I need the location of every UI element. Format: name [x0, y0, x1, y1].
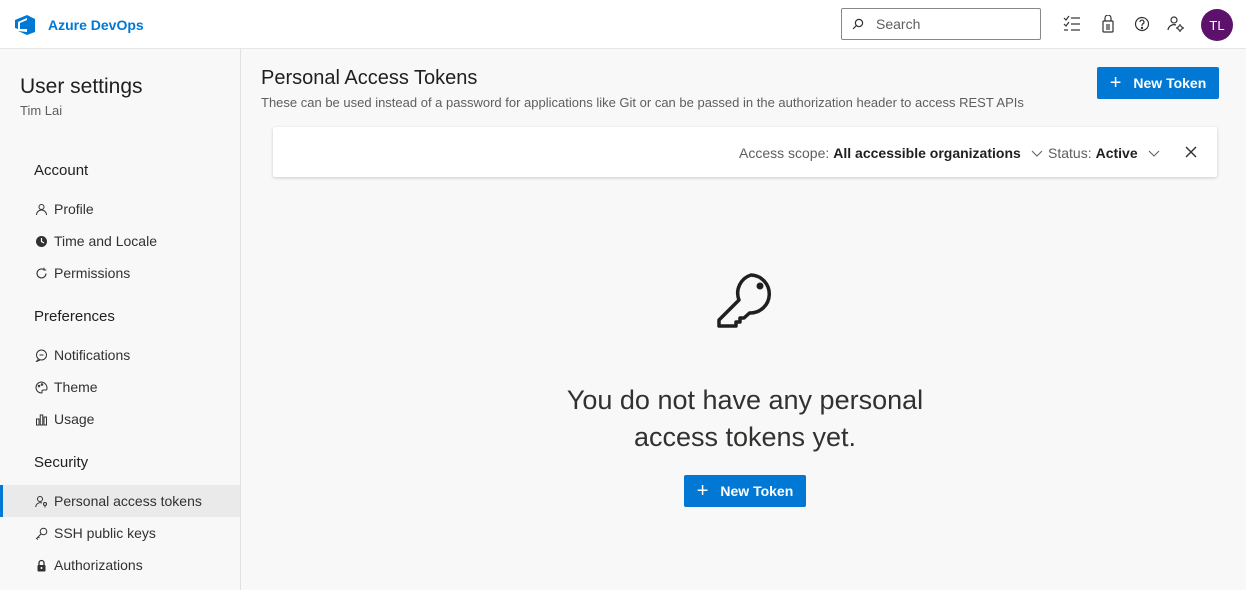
sidebar-item-label: Theme	[54, 379, 98, 395]
section-security: Security	[34, 454, 89, 471]
sidebar-item-personal-access-tokens[interactable]: Personal access tokens	[0, 485, 240, 517]
sidebar-item-label: Personal access tokens	[54, 493, 202, 509]
status-label: Status:	[1048, 145, 1092, 161]
search-input[interactable]	[876, 16, 1036, 32]
plus-icon: +	[1109, 72, 1122, 94]
sidebar-item-profile[interactable]: Profile	[0, 193, 240, 225]
profile-icon	[34, 202, 48, 216]
sidebar-title: User settings	[20, 75, 143, 98]
globe-icon	[34, 234, 48, 248]
status-value: Active	[1095, 145, 1138, 161]
access-scope-value: All accessible organizations	[833, 145, 1021, 161]
sidebar-item-ssh-public-keys[interactable]: SSH public keys	[0, 517, 240, 549]
page-title: Personal Access Tokens	[261, 67, 478, 89]
chart-icon	[34, 412, 48, 426]
plus-icon: +	[696, 480, 709, 502]
sidebar-item-permissions[interactable]: Permissions	[0, 257, 240, 289]
section-account: Account	[34, 162, 89, 179]
sidebar-item-label: Time and Locale	[54, 233, 157, 249]
new-token-label: New Token	[1133, 75, 1207, 91]
search-box[interactable]	[841, 8, 1041, 40]
user-settings-icon[interactable]	[1167, 15, 1185, 33]
empty-state-message: You do not have any personal access toke…	[545, 382, 945, 456]
sidebar-item-label: Usage	[54, 411, 95, 427]
sidebar-item-label: Authorizations	[54, 557, 143, 573]
empty-state-line-1: You do not have any personal	[566, 385, 924, 415]
app-name: Azure DevOps	[48, 17, 144, 33]
avatar[interactable]: TL	[1201, 9, 1233, 41]
marketplace-icon[interactable]	[1099, 15, 1117, 33]
close-icon[interactable]	[1184, 145, 1198, 159]
sidebar-item-label: SSH public keys	[54, 525, 156, 541]
chevron-down-icon	[1031, 150, 1043, 157]
azure-devops-logo-icon	[15, 15, 35, 35]
sidebar-item-label: Notifications	[54, 347, 131, 363]
empty-state-new-token-button[interactable]: + New Token	[684, 475, 806, 507]
section-preferences: Preferences	[34, 308, 115, 325]
refresh-icon	[34, 266, 48, 280]
sidebar-user-name: Tim Lai	[20, 103, 63, 118]
page-subtitle: These can be used instead of a password …	[261, 95, 1024, 110]
new-token-button[interactable]: + New Token	[1097, 67, 1219, 99]
sidebar-item-label: Permissions	[54, 265, 131, 281]
sidebar-item-time-and-locale[interactable]: Time and Locale	[0, 225, 240, 257]
sidebar-item-authorizations[interactable]: Authorizations	[0, 549, 240, 581]
empty-state-new-token-label: New Token	[720, 483, 794, 499]
help-icon[interactable]	[1133, 15, 1151, 33]
sidebar-item-usage[interactable]: Usage	[0, 403, 240, 435]
key-icon	[717, 273, 771, 328]
work-items-icon[interactable]	[1063, 15, 1081, 33]
chat-icon	[34, 348, 48, 362]
status-filter[interactable]: Status: Active	[1048, 145, 1160, 161]
key-icon	[34, 526, 48, 540]
access-scope-filter[interactable]: Access scope: All accessible organizatio…	[739, 145, 1043, 161]
sidebar-item-theme[interactable]: Theme	[0, 371, 240, 403]
sidebar-item-label: Profile	[54, 201, 94, 217]
sidebar: User settings Tim Lai Account Profile Ti…	[0, 49, 241, 590]
sidebar-item-notifications[interactable]: Notifications	[0, 339, 240, 371]
top-bar: Azure DevOps Search TL	[0, 0, 1246, 49]
user-key-icon	[34, 494, 48, 508]
empty-state-line-2: access tokens yet.	[633, 422, 857, 452]
access-scope-label: Access scope:	[739, 145, 830, 161]
palette-icon	[34, 380, 48, 394]
search-icon	[852, 18, 864, 30]
lock-icon	[34, 558, 48, 572]
brand[interactable]: Azure DevOps	[14, 14, 144, 36]
chevron-down-icon	[1148, 150, 1159, 157]
